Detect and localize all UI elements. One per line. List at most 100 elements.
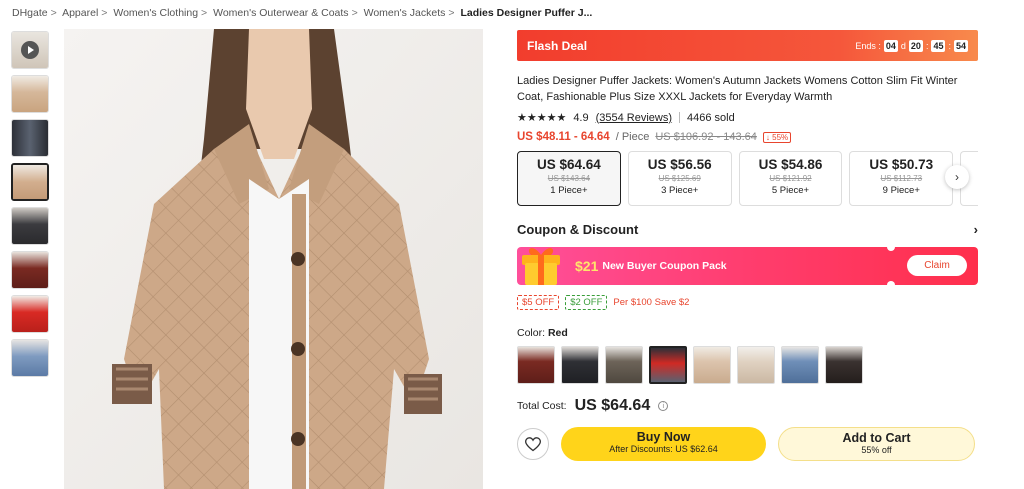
breadcrumb-item[interactable]: Women's Clothing: [113, 7, 198, 19]
tier-old-price: US $112.73: [880, 174, 923, 183]
color-swatch[interactable]: [825, 346, 863, 384]
breadcrumb-separator: >: [50, 7, 57, 19]
tier-old-price: US $121.92: [769, 174, 812, 183]
tier-price: US $54.86: [758, 157, 823, 172]
price-row: US $48.11 - 64.64 / Piece US $106.92 - 1…: [517, 131, 978, 143]
original-price-range: US $106.92 - 143.64: [655, 131, 757, 143]
color-swatch[interactable]: [781, 346, 819, 384]
purchase-actions: Buy Now After Discounts: US $62.64 Add t…: [517, 427, 978, 461]
heart-icon: [525, 436, 541, 451]
color-label: Color:: [517, 327, 546, 339]
add-to-cart-sublabel: 55% off: [861, 445, 892, 455]
coupon-section-header[interactable]: Coupon & Discount ›: [517, 222, 978, 237]
thumbnail-image[interactable]: [11, 295, 49, 333]
thumbnail-list: [11, 31, 49, 383]
main-product-image[interactable]: [64, 29, 483, 489]
thumbnail-image-selected[interactable]: [11, 163, 49, 201]
breadcrumb-item[interactable]: Women's Jackets: [364, 7, 446, 19]
coupon-note: Per $100 Save $2: [613, 297, 690, 308]
coupon-text: New Buyer Coupon Pack: [602, 260, 727, 272]
coupon-amount: $21: [575, 258, 599, 274]
wishlist-button[interactable]: [517, 428, 549, 460]
per-piece-label: / Piece: [615, 131, 650, 143]
discount-badge: ↓ 55%: [762, 131, 792, 143]
color-swatch[interactable]: [561, 346, 599, 384]
gift-icon: [522, 248, 560, 285]
countdown-timer: Ends : 04 d 20 : 45 : 54: [855, 39, 968, 52]
chevron-right-icon[interactable]: ›: [945, 165, 969, 189]
price-tier[interactable]: US $54.86 US $121.92 5 Piece+: [738, 151, 843, 206]
coupon-chip[interactable]: $5 OFF: [517, 295, 560, 310]
add-to-cart-button[interactable]: Add to Cart 55% off: [778, 427, 975, 461]
star-rating-icon: ★★★★★: [517, 112, 567, 124]
price-tier-selected[interactable]: US $64.64 US $143.64 1 Piece+: [517, 151, 621, 206]
breadcrumb-item[interactable]: Apparel: [62, 7, 98, 19]
countdown-hours: 20: [908, 39, 923, 52]
info-icon[interactable]: i: [658, 401, 669, 411]
sold-count: 4466 sold: [687, 111, 735, 124]
color-swatch[interactable]: [737, 346, 775, 384]
product-info-panel: Flash Deal Ends : 04 d 20 : 45 : 54 Ladi…: [517, 30, 978, 461]
countdown-minutes: 45: [931, 39, 946, 52]
thumbnail-image[interactable]: [11, 207, 49, 245]
add-to-cart-label: Add to Cart: [842, 431, 911, 445]
tier-quantity: 3 Piece+: [661, 185, 699, 196]
thumbnail-image[interactable]: [11, 119, 49, 157]
buy-now-label: Buy Now: [636, 430, 691, 444]
flash-deal-label: Flash Deal: [527, 38, 588, 53]
flash-deal-bar: Flash Deal Ends : 04 d 20 : 45 : 54: [517, 30, 978, 61]
breadcrumb-separator: >: [448, 7, 455, 19]
thumbnail-image[interactable]: [11, 75, 49, 113]
breadcrumb-current: Ladies Designer Puffer J...: [460, 7, 593, 19]
color-swatch-selected[interactable]: [649, 346, 687, 384]
countdown-label: Ends :: [855, 40, 881, 51]
color-swatch[interactable]: [605, 346, 643, 384]
countdown-colon: :: [925, 40, 929, 51]
coupon-chips: $5 OFF $2 OFF Per $100 Save $2: [517, 295, 978, 310]
breadcrumb-separator: >: [101, 7, 108, 19]
tier-price: US $56.56: [647, 157, 712, 172]
tier-price: US $50.73: [869, 157, 934, 172]
price-tiers: US $64.64 US $143.64 1 Piece+ US $56.56 …: [517, 151, 978, 206]
price-tier[interactable]: US $50.73 US $112.73 9 Piece+: [849, 151, 954, 206]
ticket-notch: [887, 243, 895, 251]
price-range: US $48.11 - 64.64: [517, 131, 610, 143]
play-icon: [21, 41, 39, 59]
price-tier[interactable]: US $56.56 US $125.69 3 Piece+: [627, 151, 732, 206]
color-swatch[interactable]: [693, 346, 731, 384]
reviews-link[interactable]: (3554 Reviews): [596, 112, 672, 124]
coupon-banner[interactable]: $21 New Buyer Coupon Pack Claim: [517, 243, 978, 289]
thumbnail-image[interactable]: [11, 339, 49, 377]
tier-price: US $64.64: [537, 157, 601, 172]
breadcrumb-item[interactable]: DHgate: [12, 7, 48, 19]
tier-old-price: US $143.64: [547, 174, 591, 183]
countdown-d: d: [900, 40, 906, 51]
tier-quantity: 1 Piece+: [550, 185, 588, 196]
breadcrumb-separator: >: [201, 7, 208, 19]
color-swatches: [517, 346, 978, 384]
color-value: Red: [547, 327, 568, 339]
coupon-chip[interactable]: $2 OFF: [565, 295, 608, 310]
thumbnail-video[interactable]: [11, 31, 49, 69]
breadcrumb-separator: >: [351, 7, 358, 19]
thumbnail-image[interactable]: [11, 251, 49, 289]
countdown-colon: :: [948, 40, 951, 51]
tier-old-price: US $125.69: [658, 174, 701, 183]
color-swatch[interactable]: [517, 346, 555, 384]
product-photo: [64, 29, 483, 489]
buy-now-button[interactable]: Buy Now After Discounts: US $62.64: [561, 427, 766, 461]
rating-row: ★★★★★ 4.9 (3554 Reviews) 4466 sold: [517, 111, 978, 125]
total-cost-row: Total Cost: US $64.64 i: [517, 397, 978, 415]
buy-now-sublabel: After Discounts: US $62.64: [609, 444, 718, 454]
breadcrumb-item[interactable]: Women's Outerwear & Coats: [213, 7, 348, 19]
rating-value: 4.9: [573, 111, 589, 124]
countdown-seconds: 54: [953, 39, 968, 52]
countdown-days: 04: [883, 39, 898, 52]
chevron-right-icon[interactable]: ›: [974, 222, 978, 237]
total-cost-label: Total Cost:: [517, 400, 567, 412]
breadcrumb: DHgate > Apparel > Women's Clothing > Women…: [12, 7, 592, 19]
divider: [679, 112, 681, 123]
claim-button[interactable]: Claim: [907, 255, 967, 276]
color-selector: Color: Red: [517, 327, 978, 384]
ticket-notch: [887, 281, 895, 289]
